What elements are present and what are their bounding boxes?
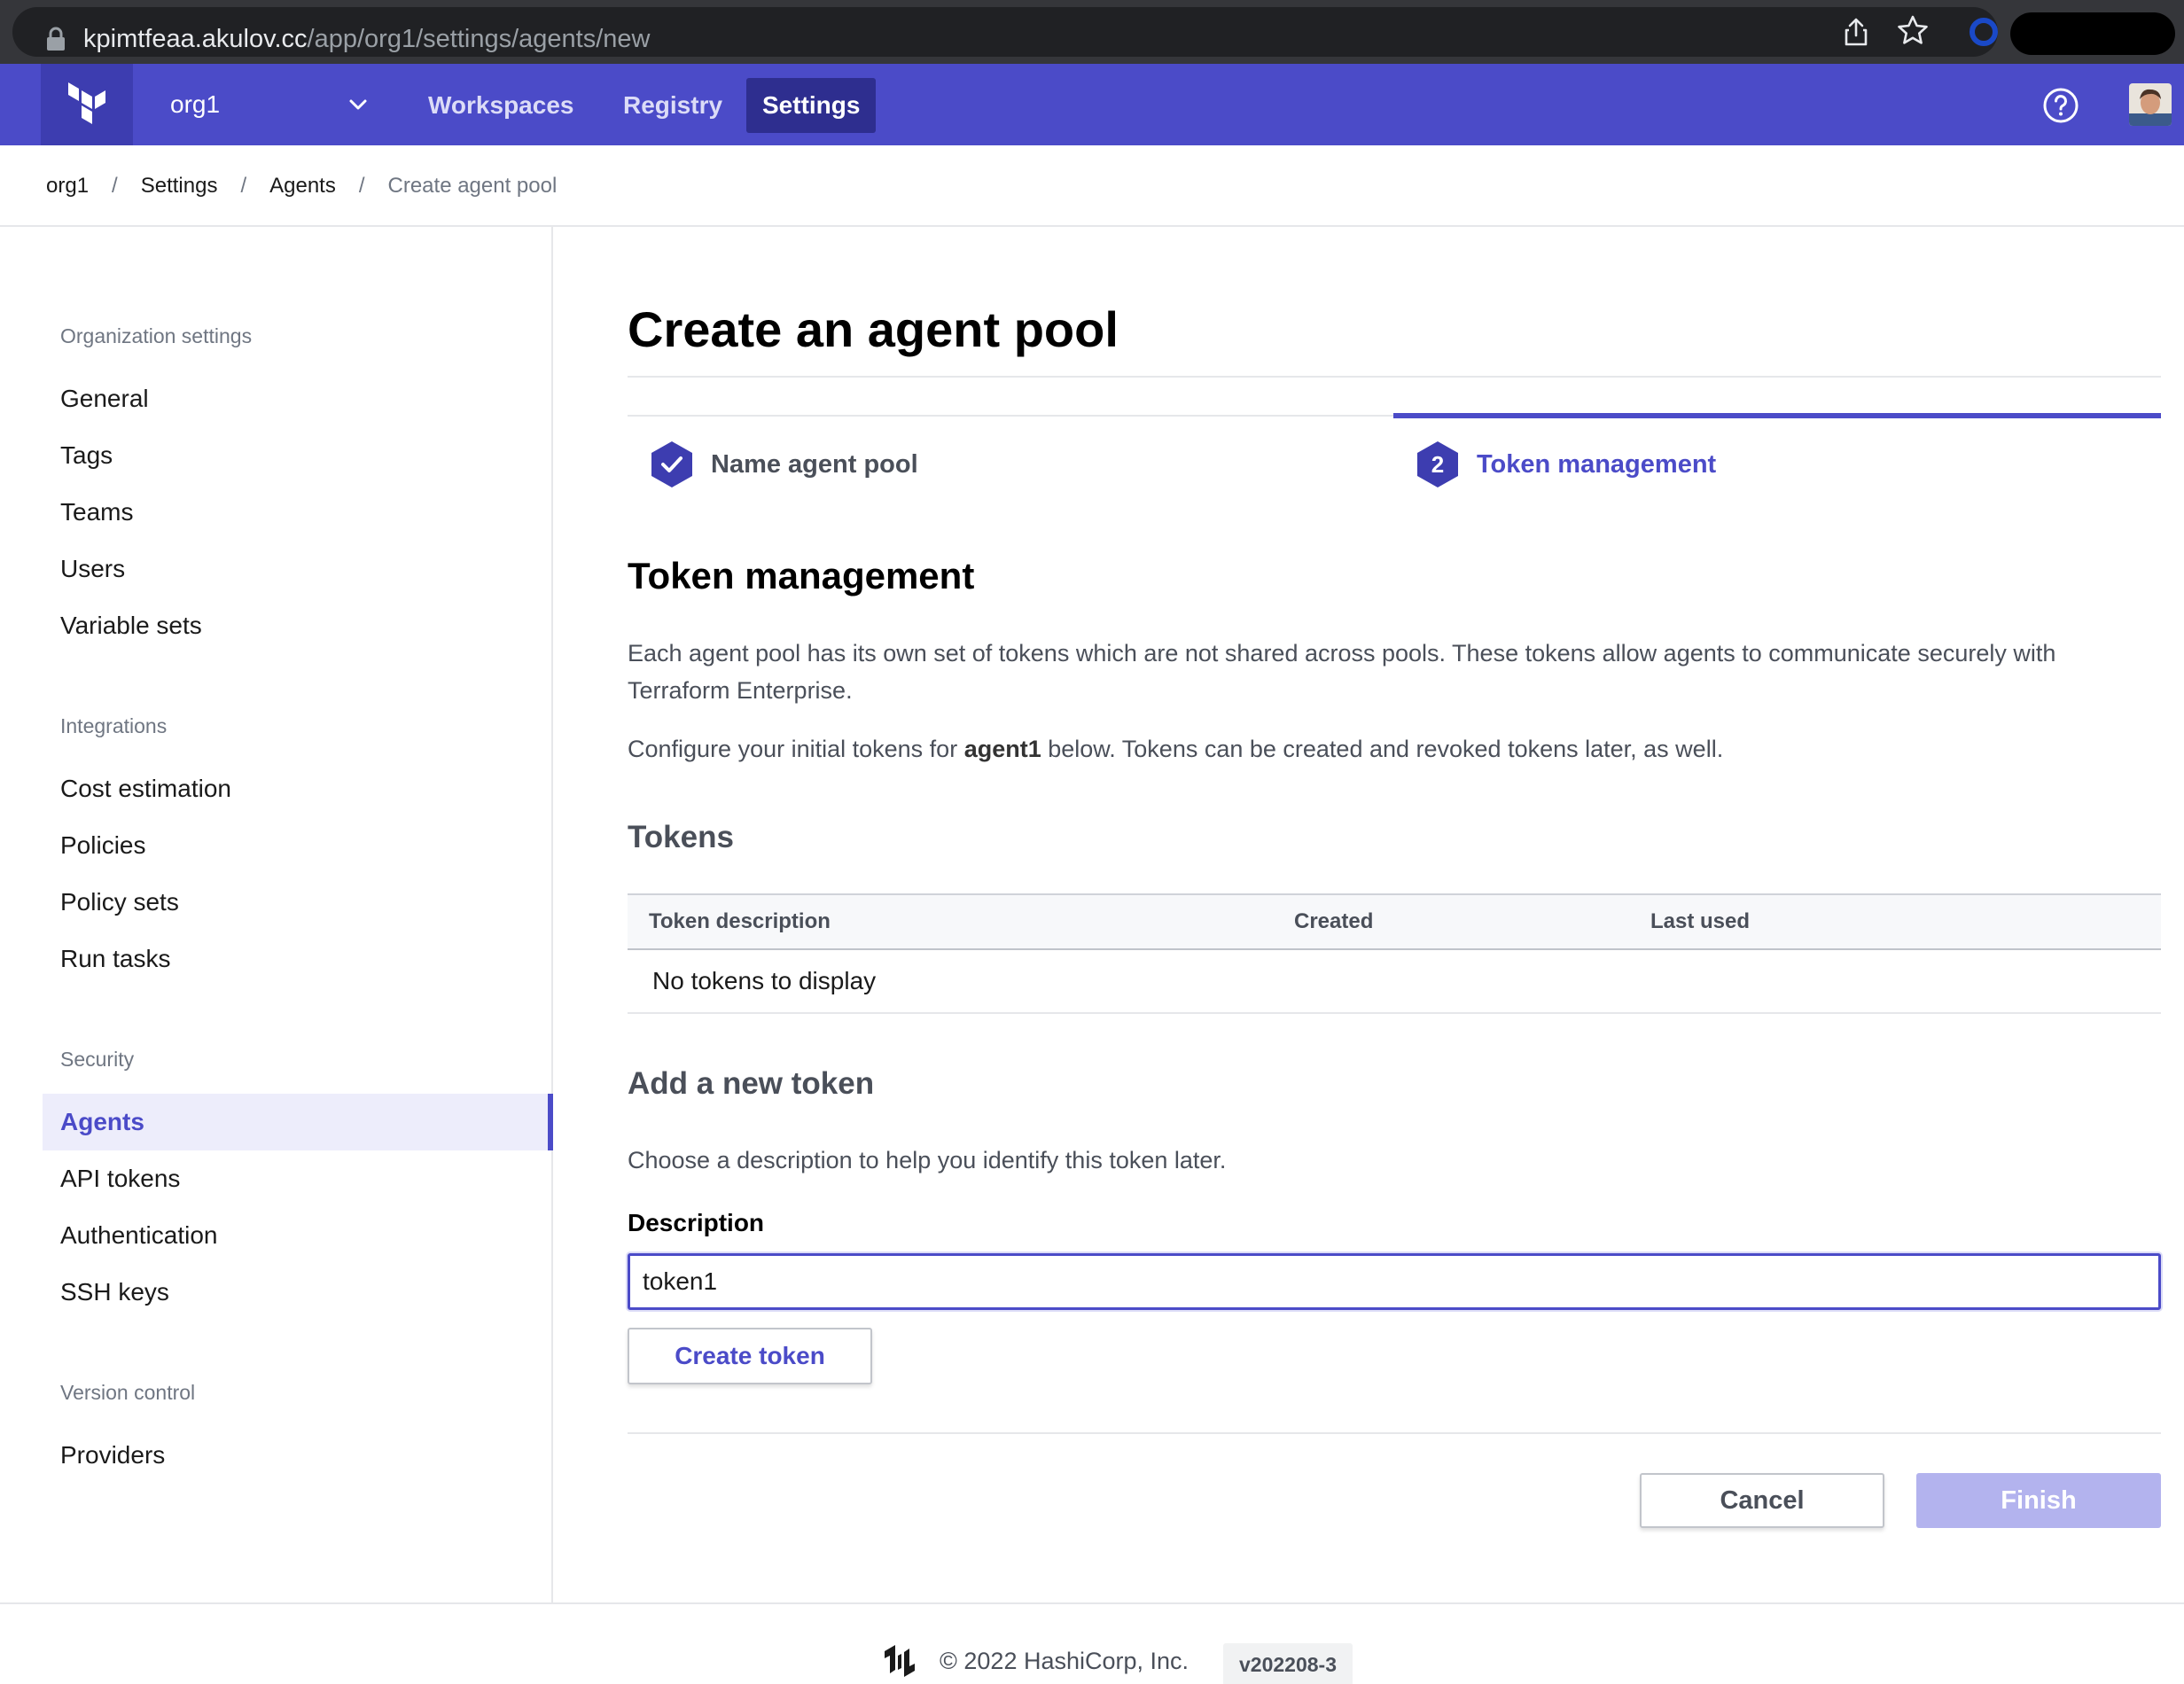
nav-workspaces[interactable]: Workspaces	[412, 78, 589, 133]
url-host: kpimtfeaa.akulov.cc	[83, 25, 308, 53]
configure-text: Configure your initial tokens for agent1…	[628, 730, 2161, 768]
title-divider	[628, 376, 2161, 378]
nav-settings[interactable]: Settings	[746, 78, 877, 133]
pool-name: agent1	[963, 736, 1041, 762]
sidebar-item-cost-estimation[interactable]: Cost estimation	[43, 760, 553, 817]
column-created: Created	[1294, 909, 1374, 933]
lock-icon	[47, 27, 65, 51]
column-token-description: Token description	[649, 909, 831, 933]
org-name: org1	[170, 90, 221, 118]
breadcrumb-separator: /	[358, 174, 365, 198]
nav-registry[interactable]: Registry	[607, 78, 738, 133]
tokens-table: Token description Created Last used No t…	[628, 893, 2161, 1014]
sidebar-item-run-tasks[interactable]: Run tasks	[43, 931, 553, 987]
address-bar[interactable]: kpimtfeaa.akulov.cc/app/org1/settings/ag…	[12, 7, 1998, 57]
sidebar-heading-security: Security	[60, 1048, 135, 1071]
bookmark-star-icon[interactable]	[1897, 14, 1929, 46]
step-token-management: 2 Token management	[1415, 438, 1716, 491]
intro-text: Each agent pool has its own set of token…	[628, 640, 2056, 704]
breadcrumb: org1 / Settings / Agents / Create agent …	[46, 170, 557, 202]
footer: © 2022 HashiCorp, Inc. v202208-3	[0, 1602, 2184, 1684]
sidebar-heading-integrations: Integrations	[60, 714, 168, 737]
tokens-heading: Tokens	[628, 820, 734, 854]
sidebar-item-providers[interactable]: Providers	[43, 1427, 553, 1484]
sidebar-item-users[interactable]: Users	[43, 541, 553, 597]
actions-divider	[628, 1432, 2161, 1434]
description-input[interactable]	[628, 1253, 2161, 1310]
cancel-button[interactable]: Cancel	[1640, 1473, 1884, 1528]
sidebar-item-tags[interactable]: Tags	[43, 427, 553, 484]
sidebar-item-teams[interactable]: Teams	[43, 484, 553, 541]
extension-icon[interactable]	[1970, 18, 1998, 46]
share-icon[interactable]	[1840, 16, 1872, 48]
breadcrumb-agents[interactable]: Agents	[269, 174, 336, 199]
help-icon[interactable]	[2042, 87, 2079, 124]
terraform-logo[interactable]	[41, 64, 133, 145]
table-row: No tokens to display	[628, 950, 2161, 1014]
step-track	[628, 415, 1393, 417]
copyright-text: © 2022 HashiCorp, Inc.	[940, 1648, 1190, 1674]
sidebar-item-general[interactable]: General	[43, 370, 553, 427]
step-name-agent-pool[interactable]: Name agent pool	[649, 438, 918, 491]
sidebar-heading-organization: Organization settings	[60, 324, 253, 347]
breadcrumb-current: Create agent pool	[387, 174, 558, 198]
sidebar-item-agents[interactable]: Agents	[43, 1094, 553, 1150]
user-avatar[interactable]	[2129, 83, 2172, 126]
sidebar-item-authentication[interactable]: Authentication	[43, 1207, 553, 1264]
url-path: /app/org1/settings/agents/new	[307, 25, 651, 53]
browser-profile-button[interactable]	[2010, 12, 2175, 55]
step-track-active	[1393, 413, 2161, 418]
create-token-button[interactable]: Create token	[628, 1328, 872, 1384]
step-number: 2	[1431, 451, 1445, 478]
sidebar-item-variable-sets[interactable]: Variable sets	[43, 597, 553, 654]
empty-table-message: No tokens to display	[652, 967, 877, 994]
chevron-down-icon	[349, 99, 367, 110]
check-icon	[651, 441, 692, 487]
avatar-image	[2129, 83, 2172, 126]
breadcrumb-settings[interactable]: Settings	[141, 174, 218, 199]
breadcrumb-separator: /	[112, 174, 118, 198]
step-1-label: Name agent pool	[711, 449, 918, 479]
hashicorp-logo-icon	[885, 1645, 915, 1677]
browser-toolbar: kpimtfeaa.akulov.cc/app/org1/settings/ag…	[0, 0, 2184, 64]
breadcrumb-org[interactable]: org1	[46, 174, 89, 199]
section-title: Token management	[628, 555, 975, 596]
settings-sidebar: Organization settings General Tags Teams…	[0, 227, 553, 1604]
terraform-icon	[68, 82, 105, 124]
finish-button[interactable]: Finish	[1916, 1473, 2161, 1528]
page-title: Create an agent pool	[628, 301, 1119, 357]
configure-prefix: Configure your initial tokens for	[628, 736, 964, 762]
add-token-heading: Add a new token	[628, 1066, 875, 1101]
sidebar-item-policy-sets[interactable]: Policy sets	[43, 874, 553, 931]
url-text: kpimtfeaa.akulov.cc/app/org1/settings/ag…	[83, 19, 650, 58]
organization-switcher[interactable]: org1	[133, 64, 383, 145]
version-badge: v202208-3	[1223, 1643, 1353, 1684]
sidebar-heading-version-control: Version control	[60, 1381, 196, 1404]
description-label: Description	[628, 1209, 765, 1236]
breadcrumb-separator: /	[240, 174, 247, 198]
configure-suffix: below. Tokens can be created and revoked…	[1041, 736, 1724, 762]
top-navigation: org1 Workspaces Registry Settings	[0, 64, 2184, 145]
table-header: Token description Created Last used	[628, 893, 2161, 950]
sidebar-item-ssh-keys[interactable]: SSH keys	[43, 1264, 553, 1321]
sidebar-item-api-tokens[interactable]: API tokens	[43, 1150, 553, 1207]
column-last-used: Last used	[1650, 909, 1751, 933]
add-token-help: Choose a description to help you identif…	[628, 1147, 1227, 1173]
sidebar-item-policies[interactable]: Policies	[43, 817, 553, 874]
step-2-label: Token management	[1477, 449, 1717, 479]
step-number-badge: 2	[1415, 440, 1461, 489]
